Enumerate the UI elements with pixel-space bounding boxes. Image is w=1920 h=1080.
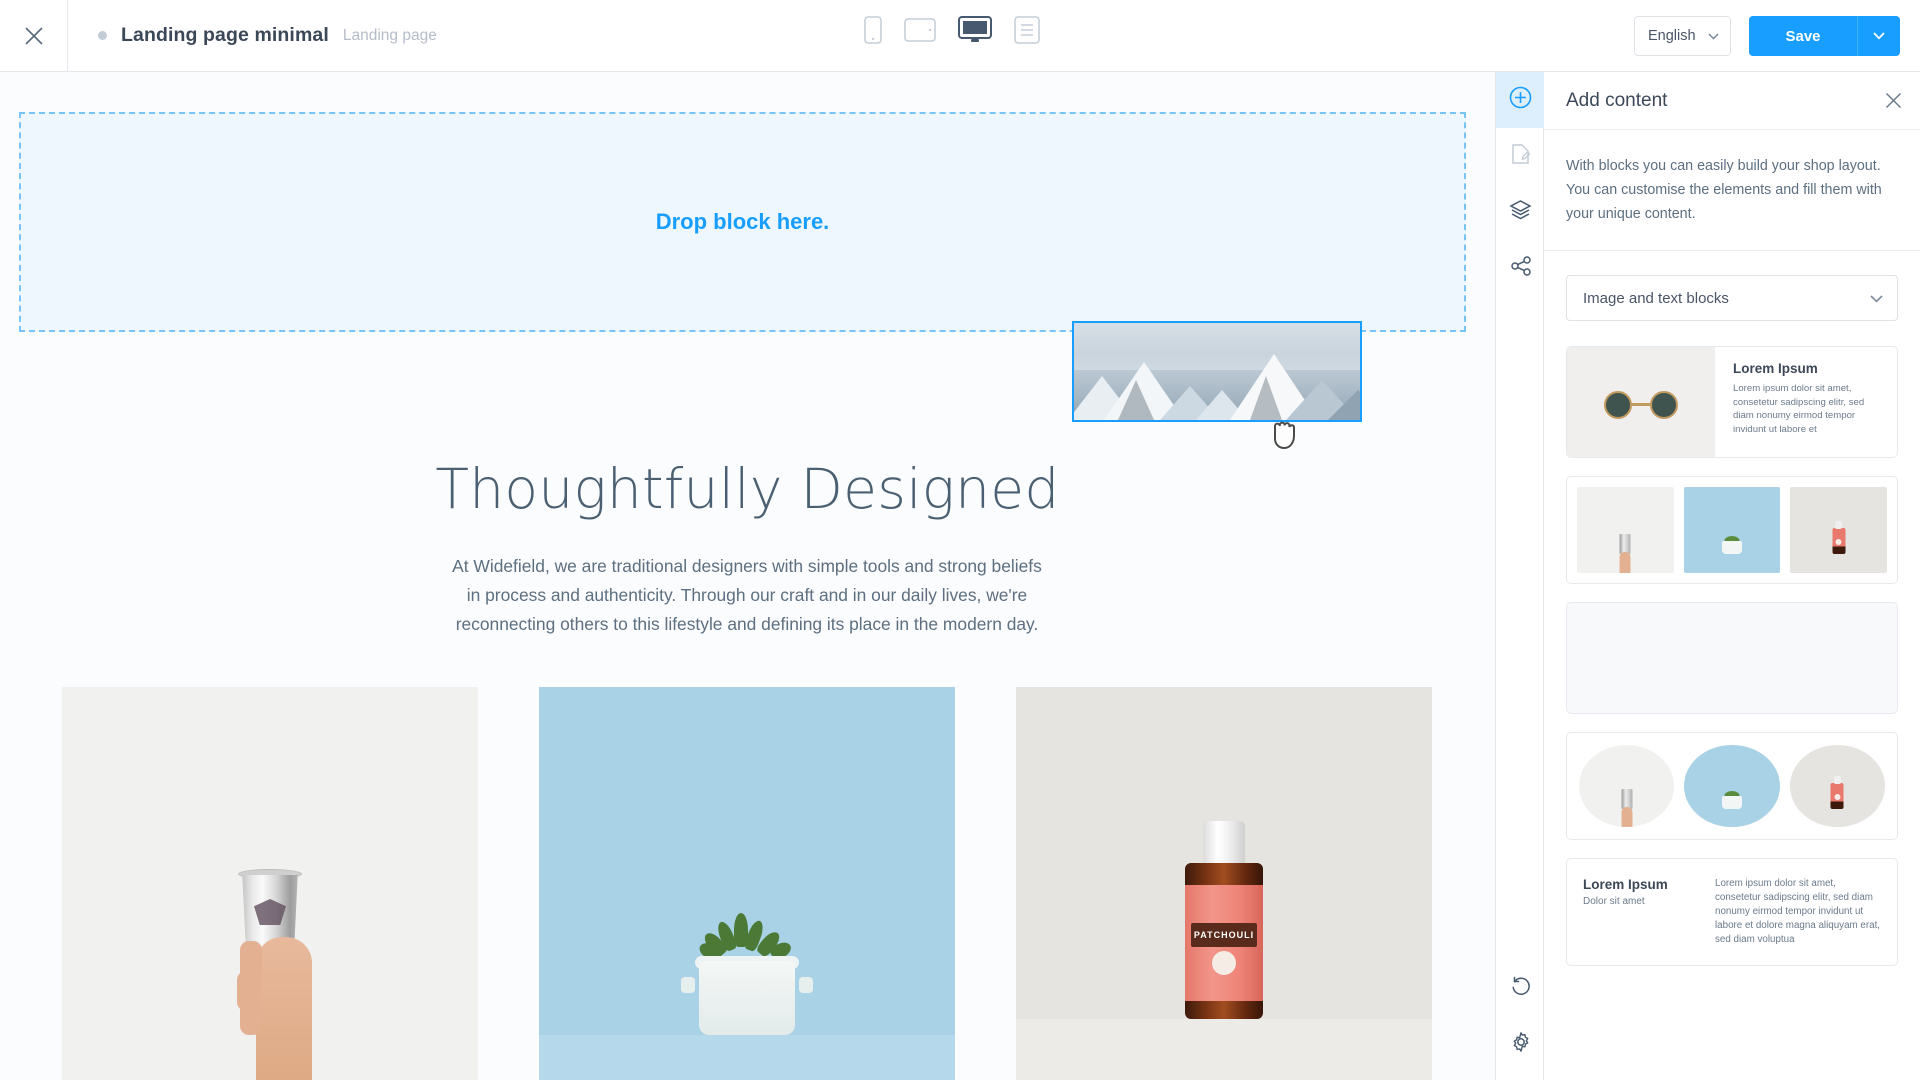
plus-circle-icon: [1509, 86, 1532, 114]
page-type-label: Landing page: [342, 26, 437, 44]
block-subheading: Dolor sit amet: [1583, 896, 1645, 907]
hero-paragraph: At Widefield, we are traditional designe…: [452, 556, 1042, 634]
drop-zone-label: Drop block here.: [655, 209, 830, 234]
desktop-icon[interactable]: [958, 16, 992, 44]
sunglasses-image: [1567, 347, 1715, 457]
block-empty[interactable]: [1566, 602, 1898, 714]
page-title: Landing page minimal: [121, 24, 329, 46]
product-image-grid: PATCHOULI: [62, 687, 1432, 1080]
thumb-circle-steel-cup: [1579, 745, 1675, 827]
save-options-button[interactable]: [1857, 16, 1900, 56]
block-list[interactable]: Image and text blocks Lorem Ipsum Lorem …: [1544, 251, 1920, 1080]
save-button-group: Save: [1749, 16, 1900, 56]
rail-item-settings[interactable]: [1496, 1016, 1545, 1072]
chevron-down-icon: [1873, 27, 1885, 45]
block-paragraph: Lorem ipsum dolor sit amet, consetetur s…: [1715, 878, 1881, 945]
undo-icon: [1510, 975, 1532, 1002]
grabbing-hand-cursor: [1270, 417, 1300, 451]
block-three-images[interactable]: [1566, 476, 1898, 584]
save-button[interactable]: Save: [1749, 16, 1857, 56]
dragged-mountain-block[interactable]: [1072, 321, 1362, 422]
rail-item-restore[interactable]: [1496, 960, 1545, 1016]
rail-item-layers[interactable]: [1496, 184, 1545, 240]
language-select[interactable]: English: [1634, 16, 1731, 56]
close-panel-button[interactable]: [1885, 92, 1902, 109]
block-paragraph: Lorem ipsum dolor sit amet, consetetur s…: [1733, 383, 1865, 435]
thumb-steel-cup: [1577, 487, 1674, 573]
thumb-circle-succulent: [1684, 745, 1780, 827]
steel-cup-image[interactable]: [62, 687, 478, 1080]
close-editor-button[interactable]: [0, 0, 68, 71]
close-icon: [23, 25, 45, 47]
block-three-circles[interactable]: [1566, 732, 1898, 840]
document-title-group: Landing page minimal Landing page: [68, 24, 437, 47]
share-nodes-icon: [1510, 255, 1532, 282]
hero-heading: Thoughtfully Designed: [435, 457, 1060, 521]
block-heading: Lorem Ipsum: [1583, 877, 1668, 892]
block-image-and-text[interactable]: Lorem Ipsum Lorem ipsum dolor sit amet, …: [1566, 346, 1898, 458]
device-preview-switcher: [864, 16, 1040, 44]
toolbar-actions: English Save: [1634, 16, 1900, 56]
chevron-down-icon: [1708, 28, 1719, 44]
chevron-down-icon: [1870, 290, 1883, 307]
block-text-columns[interactable]: Lorem Ipsum Dolor sit amet Lorem ipsum d…: [1566, 858, 1898, 966]
rail-item-add-content[interactable]: [1496, 72, 1545, 128]
add-content-panel: Add content With blocks you can easily b…: [1544, 72, 1920, 1080]
thumb-bottle: [1790, 487, 1888, 573]
mobile-icon[interactable]: [864, 16, 882, 44]
block-category-value: Image and text blocks: [1583, 289, 1729, 307]
bottle-label-text: PATCHOULI: [1191, 923, 1257, 947]
drop-zone[interactable]: Drop block here.: [19, 112, 1466, 332]
mountain-image: [1074, 323, 1360, 420]
gear-icon: [1510, 1031, 1532, 1058]
layers-icon: [1509, 199, 1532, 225]
tool-rail: [1495, 72, 1545, 1080]
panel-description: With blocks you can easily build your sh…: [1544, 130, 1920, 251]
tablet-icon[interactable]: [904, 18, 936, 42]
language-select-value: English: [1648, 28, 1696, 44]
unsaved-status-dot: [98, 31, 107, 40]
rail-item-edit-page[interactable]: [1496, 128, 1545, 184]
top-toolbar: Landing page minimal Landing page Englis…: [0, 0, 1920, 72]
succulent-plant-image[interactable]: [539, 687, 955, 1080]
thumb-circle-bottle: [1789, 745, 1885, 827]
page-canvas[interactable]: Drop block here. Thoughtfully Designed A…: [0, 72, 1495, 1080]
patchouli-bottle-image[interactable]: PATCHOULI: [1016, 687, 1432, 1080]
panel-header: Add content: [1544, 72, 1920, 130]
block-category-select[interactable]: Image and text blocks: [1566, 275, 1898, 321]
panel-title: Add content: [1566, 89, 1668, 111]
list-view-icon[interactable]: [1014, 16, 1040, 44]
thumb-succulent: [1683, 487, 1781, 573]
rail-item-share[interactable]: [1496, 240, 1545, 296]
edit-document-icon: [1510, 143, 1531, 170]
block-heading: Lorem Ipsum: [1733, 361, 1818, 376]
